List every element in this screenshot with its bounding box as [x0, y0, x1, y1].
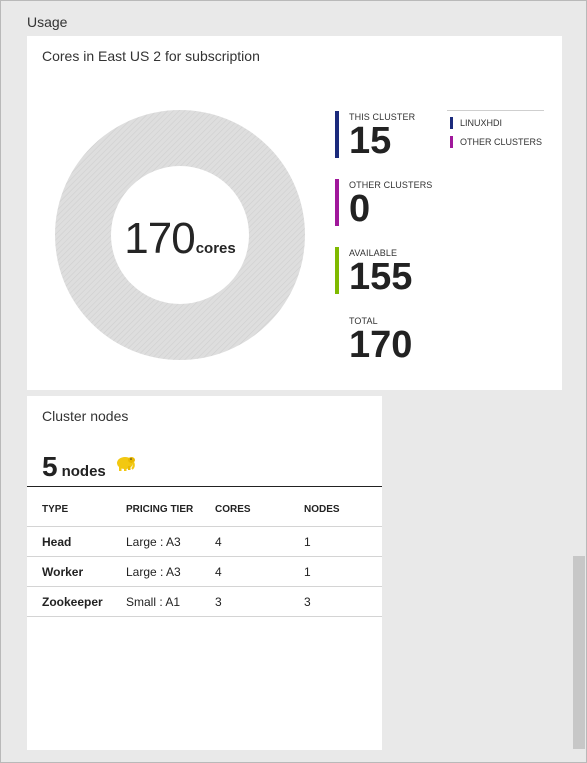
- stat-other-clusters-value: 0: [349, 188, 371, 230]
- section-title: Usage: [27, 14, 68, 30]
- donut-total-value: 170: [124, 214, 195, 263]
- column-header-cores[interactable]: CORES: [215, 493, 304, 527]
- cell-cores: 4: [215, 526, 304, 557]
- stat-total-value: 170: [349, 324, 413, 366]
- table-row[interactable]: Zookeeper Small : A1 3 3: [27, 586, 382, 617]
- cores-legend: LINUXHDI OTHER CLUSTERS: [447, 110, 544, 155]
- donut-total-unit: cores: [195, 240, 236, 257]
- legend-swatch-other-clusters: [450, 136, 453, 148]
- cores-tile[interactable]: Cores in East US 2 for subscription 170c…: [27, 36, 562, 390]
- legend-item-other-clusters[interactable]: OTHER CLUSTERS: [450, 136, 544, 148]
- stat-total: TOTAL 170: [335, 315, 413, 366]
- cell-nodes: 1: [304, 556, 382, 587]
- column-header-nodes[interactable]: NODES: [304, 493, 382, 527]
- cell-nodes: 3: [304, 586, 382, 617]
- stat-available: AVAILABLE 155: [335, 247, 413, 298]
- column-header-pricing-tier[interactable]: PRICING TIER: [126, 493, 215, 527]
- cell-cores: 3: [215, 586, 304, 617]
- cell-pricing-tier: Large : A3: [126, 526, 215, 557]
- stat-available-value: 155: [349, 256, 413, 298]
- table-row[interactable]: Worker Large : A3 4 1: [27, 556, 382, 587]
- legend-label-linuxhdi: LINUXHDI: [460, 118, 503, 128]
- cluster-nodes-title: Cluster nodes: [42, 408, 129, 424]
- column-header-type[interactable]: TYPE: [27, 493, 126, 527]
- cell-pricing-tier: Small : A1: [126, 586, 215, 617]
- table-row[interactable]: Head Large : A3 4 1: [27, 526, 382, 557]
- cores-tile-title: Cores in East US 2 for subscription: [42, 48, 260, 64]
- nodes-count: 5: [42, 451, 58, 482]
- stat-this-cluster: THIS CLUSTER 15: [335, 111, 415, 162]
- table-header-row: TYPE PRICING TIER CORES NODES: [27, 493, 382, 527]
- cell-cores: 4: [215, 556, 304, 587]
- nodes-summary: 5 nodes: [42, 451, 136, 483]
- cluster-nodes-tile[interactable]: Cluster nodes 5 nodes TYPE PRICING TIER C…: [27, 396, 382, 750]
- legend-swatch-linuxhdi: [450, 117, 453, 129]
- nodes-unit: nodes: [61, 463, 106, 480]
- cell-type: Head: [27, 526, 126, 557]
- cores-donut-chart: 170cores: [55, 110, 305, 360]
- stat-this-cluster-value: 15: [349, 120, 392, 162]
- cell-type: Zookeeper: [27, 586, 126, 617]
- stat-other-clusters: OTHER CLUSTERS 0: [335, 179, 432, 230]
- cell-type: Worker: [27, 556, 126, 587]
- vertical-scrollbar-thumb[interactable]: [573, 556, 585, 749]
- donut-center-label: 170cores: [55, 214, 305, 264]
- legend-label-other-clusters: OTHER CLUSTERS: [460, 137, 543, 147]
- nodes-divider: [27, 486, 382, 487]
- legend-item-linuxhdi[interactable]: LINUXHDI: [450, 117, 544, 129]
- cell-pricing-tier: Large : A3: [126, 556, 215, 587]
- cluster-nodes-table: TYPE PRICING TIER CORES NODES Head Large…: [27, 493, 382, 617]
- cell-nodes: 1: [304, 526, 382, 557]
- hadoop-elephant-icon: [114, 454, 136, 477]
